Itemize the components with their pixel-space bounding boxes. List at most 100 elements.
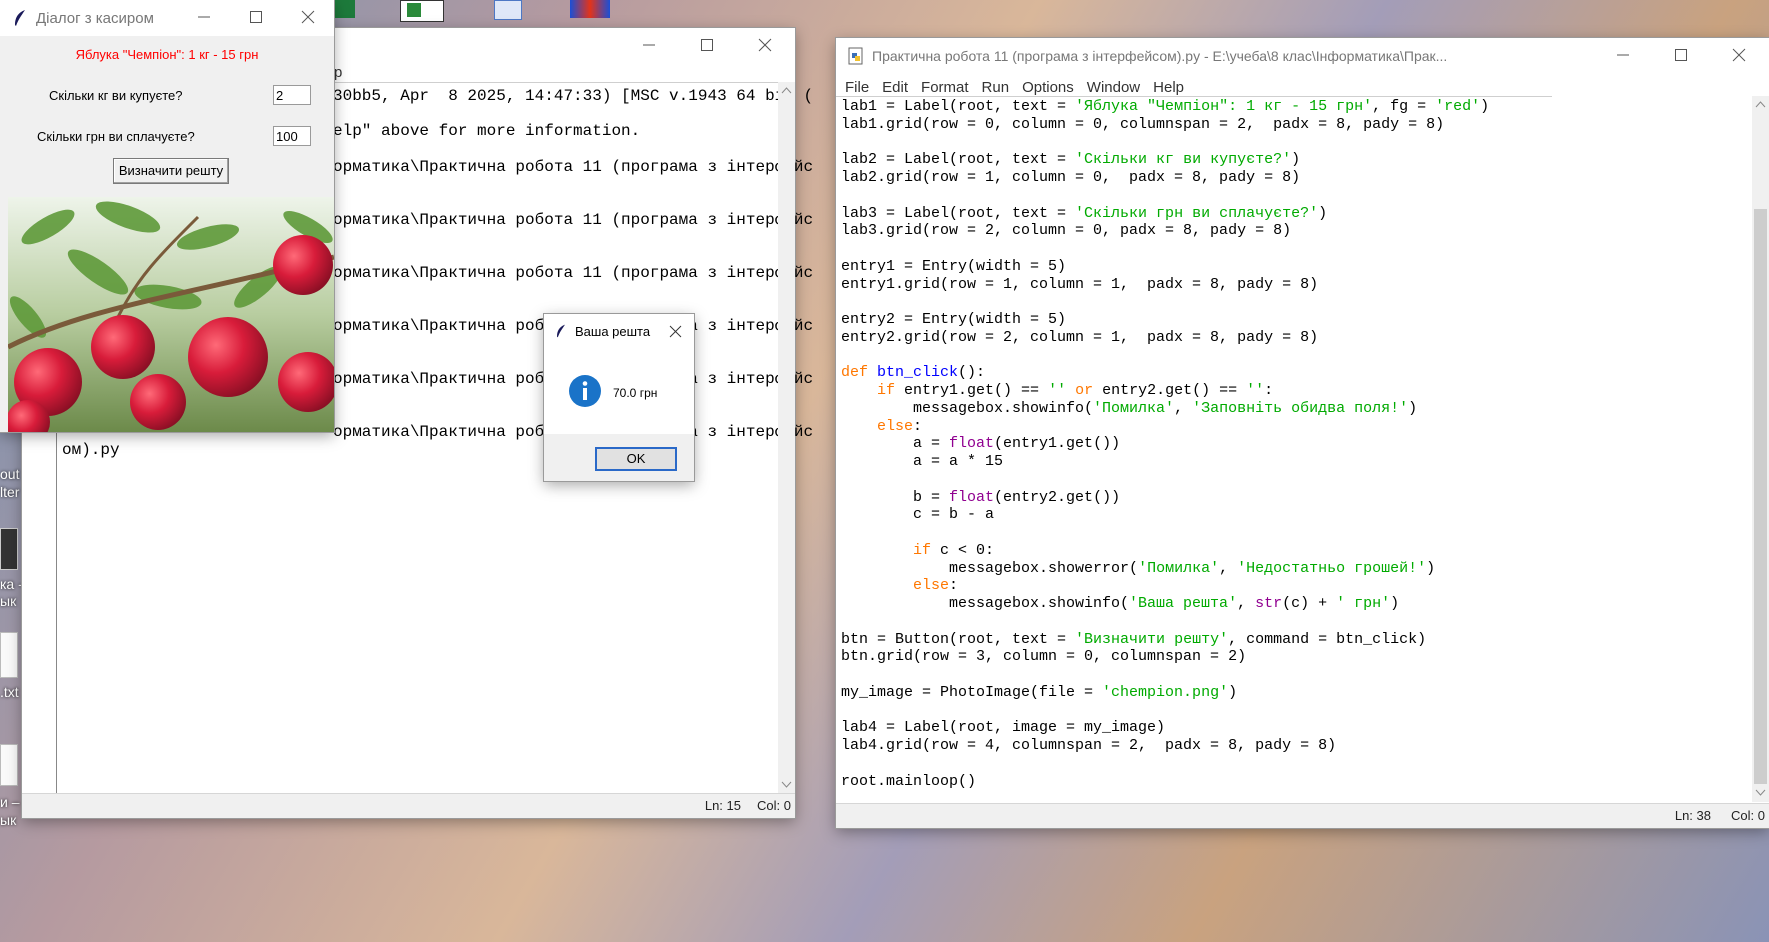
code-token: str — [1255, 595, 1283, 612]
code-token: : — [1264, 382, 1274, 399]
code-token: ) — [1228, 683, 1238, 701]
column-indicator: Col: 0 — [757, 798, 791, 813]
code-token: (entry1.get()) — [994, 435, 1121, 453]
code-line: my_image = PhotoImage(file = 'chempion.p… — [841, 683, 1237, 703]
code-token: '' — [1246, 382, 1265, 399]
shell-scrollbar[interactable] — [778, 82, 795, 794]
menu-help[interactable]: Help — [1153, 79, 1184, 96]
minimize-button[interactable] — [1595, 38, 1653, 74]
maximize-icon — [1675, 49, 1687, 61]
code-area[interactable]: lab1 = Label(root, text = 'Яблука "Чемпі… — [836, 96, 1552, 803]
code-line: root.mainloop() — [841, 772, 976, 792]
menu-edit[interactable]: Edit — [882, 79, 908, 96]
editor-scrollbar[interactable] — [1752, 96, 1769, 802]
code-token: a = a * 15 — [841, 453, 1004, 470]
code-token: c < 0: — [940, 541, 995, 559]
close-button[interactable] — [282, 0, 334, 36]
code-token: 'Яблука "Чемпіон": 1 кг - 15 грн' — [1075, 98, 1373, 115]
code-token: else — [913, 577, 950, 595]
python-file-icon — [848, 47, 863, 65]
code-line: messagebox.showinfo('Ваша решта', str(c)… — [841, 594, 1399, 614]
code-token: , — [1174, 399, 1193, 417]
chevron-down-icon[interactable] — [778, 778, 795, 792]
close-icon — [758, 38, 772, 52]
code-token: 'Ваша решта' — [1129, 595, 1238, 612]
kg-label: Скільки кг ви купуєте? — [49, 88, 183, 103]
editor-window: Практична робота 11 (програма з інтерфей… — [836, 38, 1769, 828]
code-token: (entry2.get()) — [994, 488, 1121, 506]
dialog-titlebar: Діалог з касиром — [0, 0, 334, 36]
code-token: entry2 = Entry(width = 5) — [841, 311, 1067, 328]
minimize-button[interactable] — [178, 0, 230, 36]
kg-input[interactable] — [273, 85, 311, 105]
chevron-down-icon[interactable] — [1752, 786, 1769, 800]
shell-menu-fragment[interactable]: p — [334, 64, 342, 81]
desktop-label: lter — [0, 484, 20, 500]
chevron-up-icon[interactable] — [778, 84, 795, 98]
message-text: 70.0 грн — [613, 386, 658, 400]
desktop-label: out — [0, 466, 20, 482]
close-button[interactable] — [1711, 38, 1769, 74]
uah-label: Скільки грн ви сплачуєте? — [37, 129, 195, 144]
desktop-icon-video[interactable] — [0, 528, 18, 570]
feather-icon — [15, 10, 25, 26]
code-line: lab3.grid(row = 2, column = 0, padx = 8,… — [841, 221, 1291, 241]
code-token: (c) + — [1282, 595, 1337, 612]
dialog-title: Діалог з касиром — [36, 9, 154, 27]
minimize-button[interactable] — [621, 28, 679, 64]
code-token: b = — [841, 488, 950, 506]
desktop-label: .txt — [0, 684, 19, 700]
maximize-button[interactable] — [1653, 38, 1711, 74]
desktop-icon-shortcut[interactable] — [484, 0, 528, 22]
code-token: messagebox.showinfo( — [841, 595, 1130, 612]
code-token: else — [877, 417, 914, 435]
line-indicator: Ln: 15 — [704, 798, 741, 813]
desktop-icon-text-file[interactable] — [0, 632, 18, 678]
editor-title: Практична робота 11 (програма з інтерфей… — [872, 48, 1448, 64]
code-token: ) — [1390, 595, 1400, 612]
menu-window[interactable]: Window — [1087, 79, 1140, 96]
desktop-icon-document[interactable] — [0, 744, 18, 786]
desktop-icon-audio[interactable] — [566, 0, 614, 22]
info-icon — [569, 375, 601, 407]
menu-options[interactable]: Options — [1022, 79, 1074, 96]
calculate-change-button[interactable]: Визначити решту — [113, 158, 229, 184]
code-token: lab2.grid(row = 1, column = 0, padx = 8,… — [841, 169, 1301, 186]
close-button[interactable] — [737, 28, 795, 64]
maximize-button[interactable] — [679, 28, 737, 64]
code-token: entry1.grid(row = 1, column = 1, padx = … — [841, 275, 1319, 293]
code-token: (): — [958, 364, 986, 382]
code-token: 'chempion.png' — [1102, 683, 1229, 701]
chevron-up-icon[interactable] — [1752, 98, 1769, 112]
uah-input[interactable] — [273, 126, 311, 146]
apples-image — [8, 197, 334, 432]
menu-run[interactable]: Run — [982, 79, 1010, 96]
code-line: lab4.grid(row = 4, columnspan = 2, padx … — [841, 736, 1336, 756]
code-token: messagebox.showerror( — [841, 559, 1139, 577]
maximize-icon — [250, 11, 262, 23]
code-token: ) — [1426, 559, 1436, 577]
code-token: 'Помилка' — [1138, 559, 1220, 577]
code-token: entry1 = Entry(width = 5) — [841, 257, 1067, 275]
maximize-button[interactable] — [230, 0, 282, 36]
shell-statusbar: Ln: 15 Col: 0 — [22, 793, 795, 818]
menu-format[interactable]: Format — [921, 79, 969, 96]
code-token: 'Скільки кг ви купуєте?' — [1075, 151, 1292, 169]
scrollbar-thumb[interactable] — [1754, 209, 1767, 784]
desktop-icon-spreadsheet[interactable] — [335, 0, 355, 18]
message-box-title: Ваша решта — [575, 324, 651, 339]
menu-file[interactable]: File — [845, 79, 869, 96]
desktop-label: ык — [0, 812, 17, 828]
code-token: messagebox.showinfo( — [841, 399, 1094, 417]
code-line: btn.grid(row = 3, column = 0, columnspan… — [841, 647, 1246, 667]
desktop-icon-image[interactable] — [400, 0, 444, 22]
code-token: lab3 = Label(root, text = — [841, 204, 1076, 222]
code-token: , command = btn_click) — [1228, 630, 1427, 648]
close-icon[interactable] — [669, 325, 682, 338]
code-token: : — [913, 417, 923, 435]
code-token: btn = Button(root, text = — [841, 630, 1076, 648]
ok-button[interactable]: OK — [595, 447, 677, 471]
code-token: 'Заповніть обидва поля!' — [1192, 399, 1409, 417]
